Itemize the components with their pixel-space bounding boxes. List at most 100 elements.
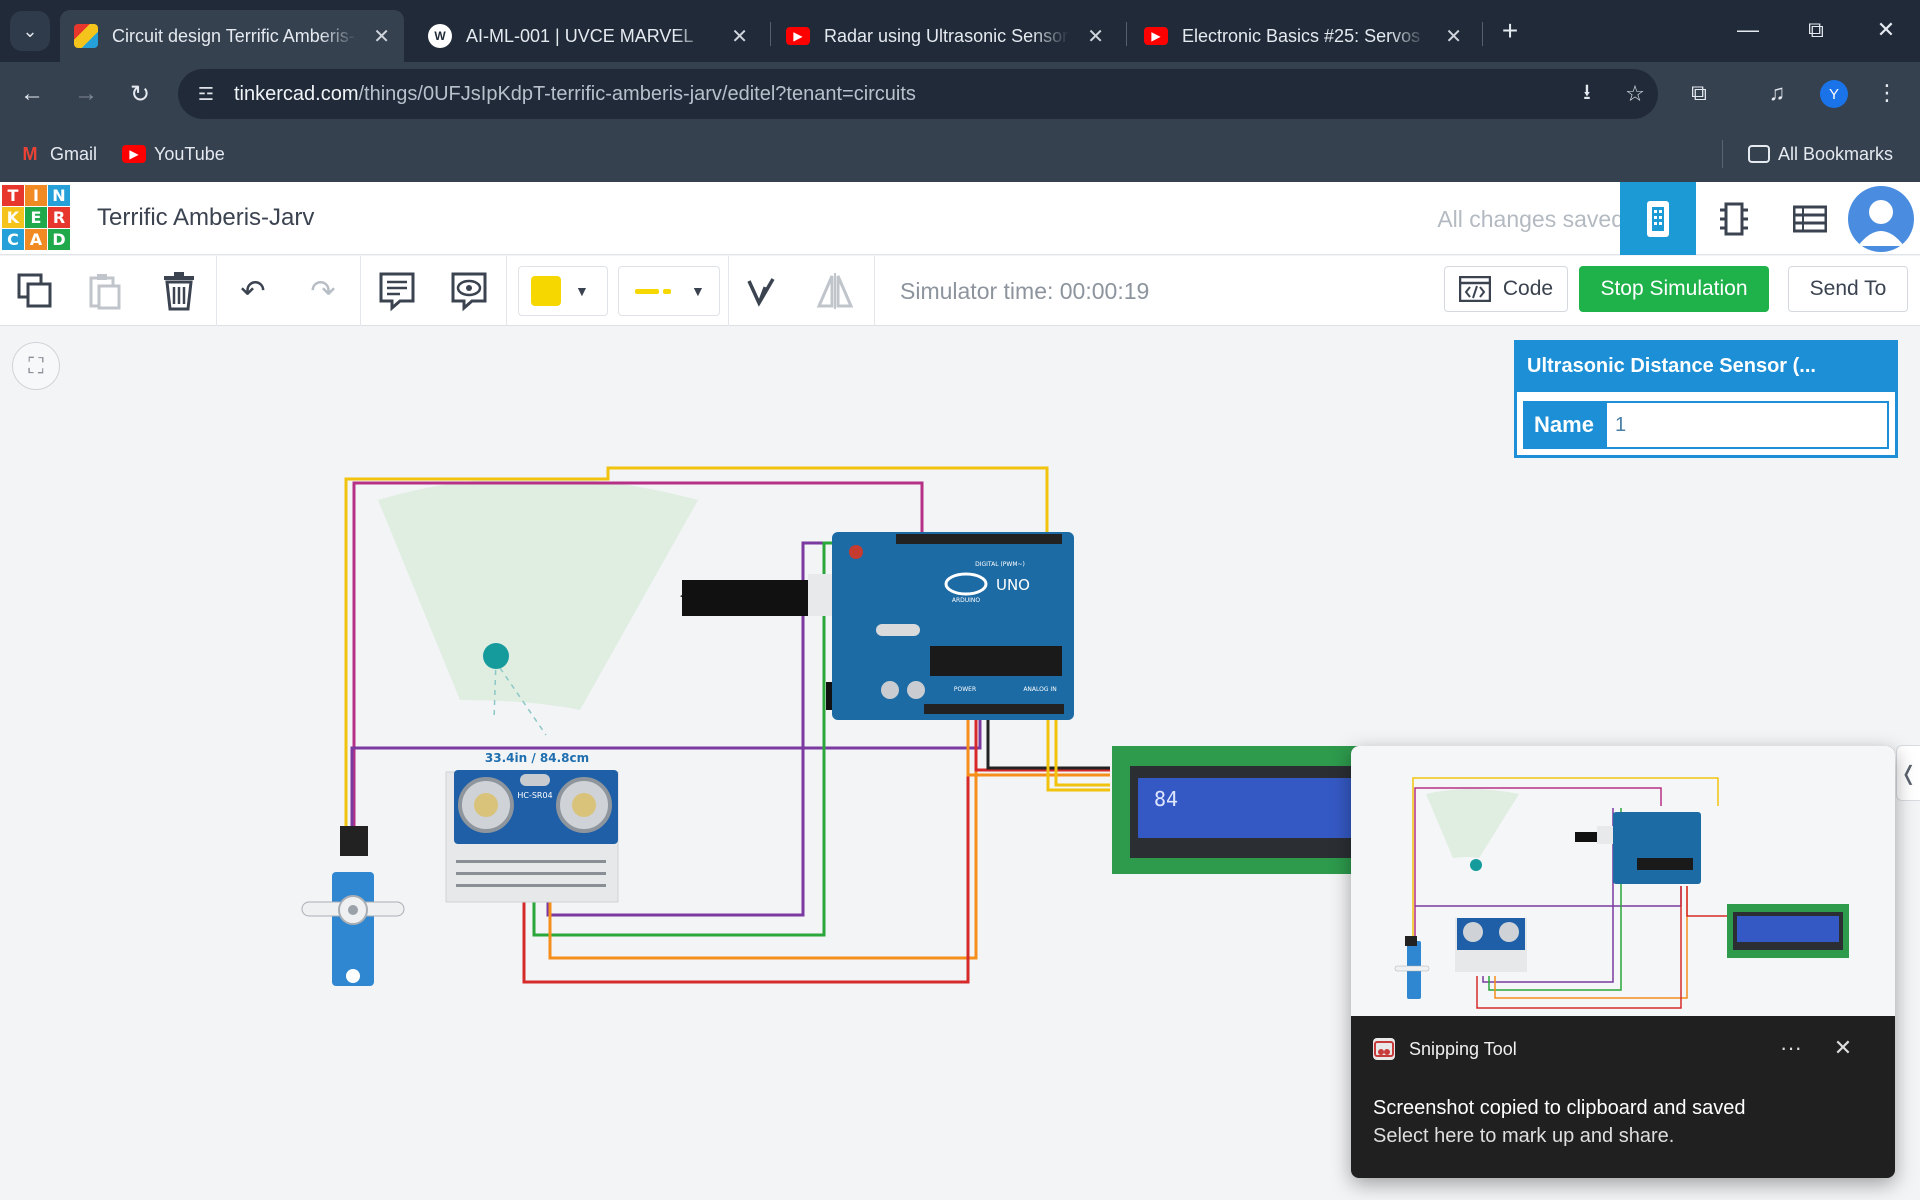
browser-tab-2[interactable]: W AI-ML-001 | UVCE MARVEL ✕ [414, 10, 762, 62]
tab-search-button[interactable]: ⌄ [10, 11, 50, 51]
logo-letter: C [2, 229, 24, 250]
tab-separator [1482, 22, 1483, 46]
copy-icon[interactable] [12, 268, 58, 314]
address-bar[interactable]: ☲ tinkercad.com/things/0UFJsIpKdpT-terri… [178, 69, 1658, 119]
site-info-icon[interactable]: ☲ [194, 82, 218, 106]
close-tab-icon[interactable]: ✕ [1445, 24, 1462, 49]
edit-toolbar: ↶ ↷ ▼ ▼ Simulator time: 00:00:19 Code St… [0, 256, 1920, 326]
flip-icon[interactable] [812, 268, 858, 314]
schematic-view-button[interactable] [1696, 182, 1772, 255]
logo-letter: K [2, 207, 24, 228]
close-icon[interactable]: ✕ [1823, 1028, 1863, 1068]
tinkercad-logo[interactable]: TIN KER CAD [2, 185, 70, 251]
chevron-down-icon: ▼ [691, 283, 705, 299]
url-text[interactable]: tinkercad.com/things/0UFJsIpKdpT-terrifi… [234, 83, 916, 106]
extensions-icon[interactable]: ⧉ [1684, 78, 1714, 108]
reload-icon[interactable]: ↻ [124, 78, 156, 110]
close-tab-icon[interactable]: ✕ [1087, 24, 1104, 49]
tab-separator [1126, 22, 1127, 46]
minimize-icon[interactable]: — [1728, 12, 1768, 48]
browser-menu-icon[interactable]: ⋮ [1872, 78, 1902, 108]
code-editor-icon [1458, 276, 1491, 302]
inspector-title: Ultrasonic Distance Sensor (... [1517, 343, 1895, 392]
browser-tab-1[interactable]: Circuit design Terrific Amberis-J ✕ [60, 10, 404, 62]
tinkercad-header: TIN KER CAD Terrific Amberis-Jarv All chan… [0, 182, 1920, 255]
rotate-icon[interactable] [738, 268, 784, 314]
browser-toolbar: ← → ↻ ☲ tinkercad.com/things/0UFJsIpKdpT… [0, 62, 1920, 126]
toolbar-divider [874, 256, 875, 326]
delete-icon[interactable] [156, 268, 202, 314]
all-bookmarks-label: All Bookmarks [1778, 143, 1894, 164]
marvel-favicon: W [428, 24, 452, 48]
board-model-label: UNO [996, 576, 1030, 594]
back-icon[interactable]: ← [16, 78, 48, 110]
more-options-icon[interactable]: ··· [1771, 1028, 1811, 1068]
panel-toggle-chevron-icon[interactable]: ❬ [1896, 745, 1920, 801]
sensor-reading-label: 33.4in / 84.8cm [485, 751, 589, 765]
wire-type-picker[interactable]: ▼ [618, 266, 720, 316]
toast-app-row: Snipping Tool [1373, 1038, 1517, 1060]
new-tab-button[interactable]: + [1493, 14, 1527, 48]
toolbar-divider [728, 256, 729, 326]
design-title[interactable]: Terrific Amberis-Jarv [97, 204, 314, 232]
undo-icon[interactable]: ↶ [230, 268, 276, 314]
browser-tab-4[interactable]: ▶ Electronic Basics #25: Servos an ✕ [1130, 10, 1476, 62]
screenshot-preview[interactable] [1351, 746, 1895, 1016]
install-app-icon[interactable]: ⭳ [1574, 79, 1600, 107]
bookmark-label: Gmail [50, 143, 98, 164]
paste-icon[interactable] [82, 268, 128, 314]
browser-tab-strip: ⌄ Circuit design Terrific Amberis-J ✕ W … [0, 0, 1920, 62]
bookmark-star-icon[interactable]: ☆ [1622, 81, 1648, 107]
tinkercad-favicon [74, 24, 98, 48]
redo-icon[interactable]: ↷ [300, 268, 346, 314]
close-tab-icon[interactable]: ✕ [373, 24, 390, 49]
component-inspector: Ultrasonic Distance Sensor (... Name 1 [1514, 340, 1898, 458]
note-icon[interactable] [374, 268, 420, 314]
board-brand-label: ARDUINO [952, 597, 981, 604]
wire-red-lcd [974, 720, 1110, 772]
media-controls-icon[interactable]: ♫ [1762, 78, 1792, 108]
logo-letter: N [48, 185, 70, 206]
toast-title: Screenshot copied to clipboard and saved [1373, 1097, 1746, 1119]
snipping-tool-notification[interactable]: Snipping Tool ··· ✕ Screenshot copied to… [1351, 746, 1895, 1178]
name-label: Name [1523, 401, 1605, 449]
code-button[interactable]: Code [1444, 266, 1568, 312]
user-avatar[interactable] [1848, 186, 1914, 252]
all-bookmarks-button[interactable]: All Bookmarks [1748, 138, 1893, 170]
arduino-uno-board: DIGITAL (PWM~) UNO ARDUINO POWER ANALOG … [680, 532, 1074, 720]
toast-app-name: Snipping Tool [1409, 1038, 1517, 1059]
screenshot-thumbnail [1394, 777, 1849, 1009]
simulator-time: Simulator time: 00:00:19 [900, 278, 1150, 304]
component-list-button[interactable] [1772, 182, 1848, 255]
wire-dash-icon [635, 288, 659, 294]
save-status: All changes saved [1437, 206, 1624, 232]
ultrasonic-sensor: HC-SR04 33.4in / 84.8cm [445, 751, 619, 903]
lcd-text: 84 [1154, 787, 1178, 811]
browser-tab-3[interactable]: ▶ Radar using Ultrasonic Sensor a ✕ [772, 10, 1118, 62]
name-field[interactable]: 1 [1605, 401, 1889, 449]
restore-icon[interactable]: ⧉ [1796, 12, 1836, 48]
bookmark-youtube[interactable]: ▶ YouTube [122, 138, 225, 170]
wire-color-picker[interactable]: ▼ [518, 266, 608, 316]
circuit-view-button[interactable] [1620, 182, 1696, 255]
sensor-detection-cone [378, 477, 698, 710]
close-window-icon[interactable]: ✕ [1866, 12, 1906, 48]
yellow-swatch-icon [531, 276, 561, 306]
toast-subtitle: Select here to mark up and share. [1373, 1125, 1675, 1147]
close-tab-icon[interactable]: ✕ [731, 24, 748, 49]
logo-letter: A [25, 229, 47, 250]
profile-avatar[interactable]: Y [1820, 80, 1848, 108]
tab-title: Electronic Basics #25: Servos an [1182, 25, 1427, 46]
send-to-button[interactable]: Send To [1788, 266, 1908, 312]
logo-letter: T [2, 185, 24, 206]
analog-pins-label: ANALOG IN [1023, 686, 1056, 693]
bookmark-label: YouTube [154, 143, 225, 164]
bookmark-gmail[interactable]: M Gmail [18, 138, 98, 170]
inspector-name-row: Name 1 [1523, 401, 1889, 449]
forward-icon[interactable]: → [70, 78, 102, 110]
notes-visibility-icon[interactable] [446, 268, 492, 314]
stop-simulation-button[interactable]: Stop Simulation [1579, 266, 1769, 312]
logo-letter: E [25, 207, 47, 228]
chevron-down-icon: ▼ [575, 283, 589, 299]
toolbar-divider [216, 256, 217, 326]
